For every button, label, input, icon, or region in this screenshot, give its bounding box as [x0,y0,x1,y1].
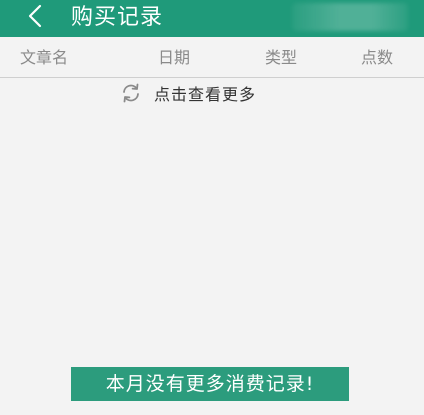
page-title: 购买记录 [71,5,164,30]
column-header-type: 类型 [265,48,298,67]
chevron-left-icon [26,4,44,32]
top-app-bar: 购买记录 [0,0,424,37]
load-more-label: 点击查看更多 [154,85,257,104]
purchase-history-screen: 购买记录 文章名 日期 类型 点数 点击查看更多 本月没有更多消费记录! [0,0,424,415]
table-column-headers: 文章名 日期 类型 点数 [0,37,424,78]
toast-message: 本月没有更多消费记录! [71,367,349,401]
blurred-header-region [292,3,408,31]
load-more-button[interactable]: 点击查看更多 [120,82,256,108]
refresh-icon [120,82,154,108]
column-header-date: 日期 [158,48,191,67]
column-header-article-name: 文章名 [20,48,69,67]
back-button[interactable] [18,2,52,34]
toast-text: 本月没有更多消费记录! [105,373,315,395]
column-header-points: 点数 [361,48,394,67]
